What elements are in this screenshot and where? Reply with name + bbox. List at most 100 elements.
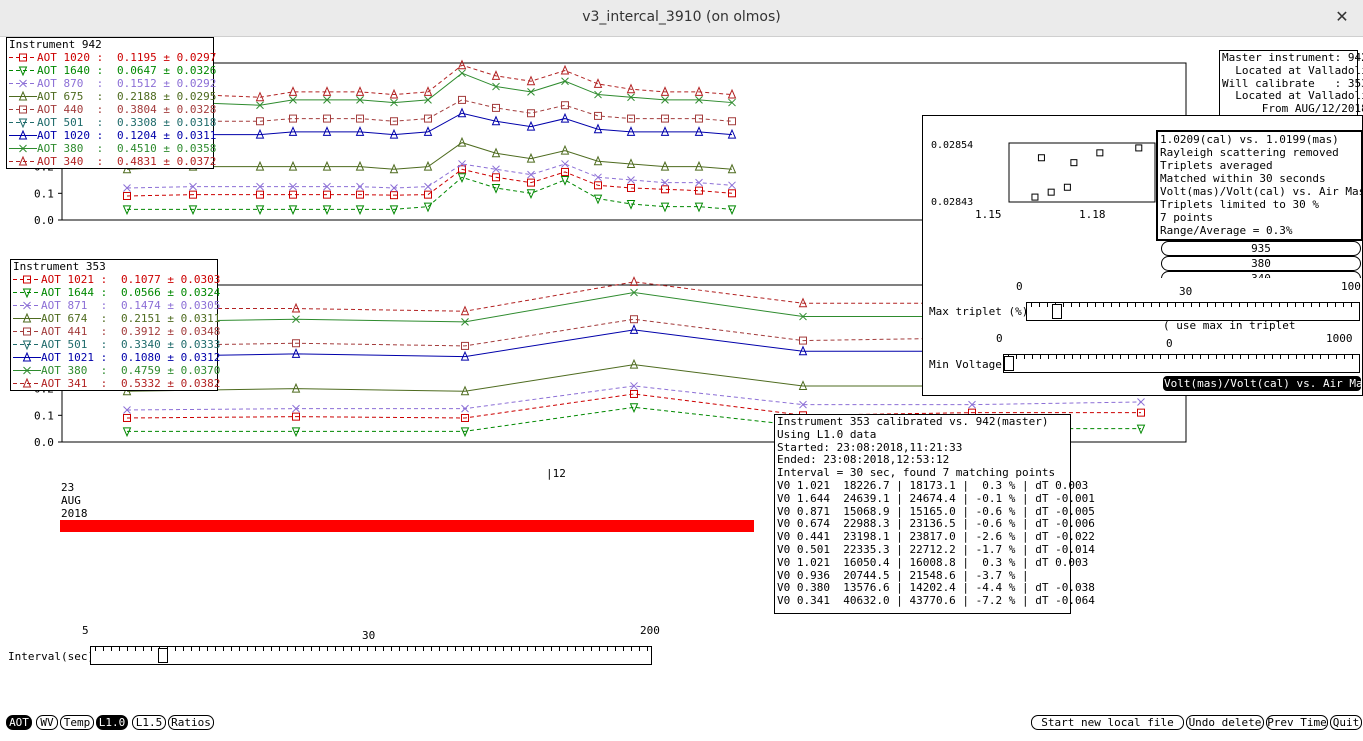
wavelength-935-button[interactable]: 935 (1161, 241, 1361, 256)
legend-row[interactable]: AOT 440 : 0.3804 ± 0.0328 (7, 103, 216, 116)
data-point (461, 404, 469, 413)
legend-row[interactable]: AOT 380 : 0.4759 ± 0.0370 (11, 364, 220, 377)
slider-tick (1344, 355, 1345, 359)
airmass-scatter-plot: 0.02854 0.028431.15 1.18 (931, 140, 1156, 221)
legend-row[interactable]: AOT 501 : 0.3308 ± 0.0318 (7, 116, 216, 129)
legend-series-name: AOT 1644 : (41, 286, 108, 299)
slider-tick (1104, 355, 1105, 359)
slider-tick (1160, 355, 1161, 359)
legend-row[interactable]: AOT 871 : 0.1474 ± 0.0305 (11, 299, 220, 312)
data-point (255, 160, 265, 171)
scatter-x-tick-label: 1.15 (975, 208, 1002, 221)
quit-button[interactable]: Quit (1330, 715, 1362, 730)
slider-tick (1296, 355, 1297, 359)
slider-tick (255, 647, 256, 651)
scatter-point (1135, 144, 1143, 152)
volt-ratio-mode-button[interactable]: Volt(mas)/Volt(cal) vs. Air Mass (1163, 376, 1363, 391)
undo-delete-button[interactable]: Undo delete (1186, 715, 1264, 730)
legend-series-name: AOT 440 : (37, 103, 104, 116)
triplet-min-label: 0 (1016, 280, 1023, 293)
legend-row[interactable]: AOT 870 : 0.1512 ± 0.0292 (7, 77, 216, 90)
l10-button[interactable]: L1.0 (96, 715, 128, 730)
wv-button[interactable]: WV (36, 715, 58, 730)
legend-row[interactable]: AOT 340 : 0.4831 ± 0.0372 (7, 155, 216, 168)
slider-tick (271, 647, 272, 651)
slider-thumb[interactable] (1051, 304, 1062, 319)
slider-tick (287, 647, 288, 651)
close-icon[interactable]: ✕ (1331, 6, 1353, 28)
text-line: Master instrument: 942 (1222, 51, 1363, 64)
wavelength-380-button[interactable]: 380 (1161, 256, 1361, 271)
start-new-local-file-button[interactable]: Start new local file (1031, 715, 1184, 730)
l15-button[interactable]: L1.5 (132, 715, 166, 730)
legend-line-sample (13, 312, 41, 323)
slider-tick (575, 647, 576, 651)
data-coverage-bar[interactable] (60, 520, 755, 532)
slider-tick (1208, 355, 1209, 359)
data-point (458, 69, 466, 78)
legend-series-value: 0.1077 ± 0.0303 (121, 273, 221, 286)
prev-time-button[interactable]: Prev Time (1266, 715, 1328, 730)
aot-button[interactable]: AOT (6, 715, 32, 730)
slider-tick (407, 647, 408, 651)
legend-title: Instrument 942 (9, 38, 102, 51)
slider-tick (1216, 355, 1217, 359)
legend-row[interactable]: AOT 1020 : 0.1204 ± 0.0311 (7, 129, 216, 142)
slider-tick (1032, 355, 1033, 359)
slider-tick (103, 647, 104, 651)
legend-row[interactable]: AOT 675 : 0.2188 ± 0.0295 (7, 90, 216, 103)
legend-series-name: AOT 871 : (41, 299, 108, 312)
slider-tick (1088, 355, 1089, 359)
slider-tick (1024, 355, 1025, 359)
slider-tick (1272, 355, 1273, 359)
legend-row[interactable]: AOT 1020 : 0.1195 ± 0.0297 (7, 51, 216, 64)
slider-tick (1047, 303, 1048, 307)
legend-row[interactable]: AOT 1021 : 0.1080 ± 0.0312 (11, 351, 220, 364)
legend-line-sample (9, 118, 37, 129)
wavelength-340-button[interactable]: 340 (1161, 271, 1361, 278)
legend-series-value: 0.0647 ± 0.0326 (117, 64, 217, 77)
slider-tick (1288, 355, 1289, 359)
data-point (492, 103, 500, 112)
min-voltage-slider[interactable] (1003, 354, 1360, 373)
legend-row[interactable]: AOT 501 : 0.3340 ± 0.0333 (11, 338, 220, 351)
slider-tick (143, 647, 144, 651)
text-line: V0 0.341 40632.0 | 43770.6 | -7.2 % | dT… (777, 594, 1095, 608)
slider-tick (1207, 303, 1208, 307)
scatter-point (1070, 159, 1078, 167)
legend-series-name: AOT 870 : (37, 77, 104, 90)
temp-button[interactable]: Temp (60, 715, 94, 730)
slider-tick (439, 647, 440, 651)
legend-line-sample (13, 366, 41, 375)
interval-slider[interactable] (90, 646, 652, 665)
slider-tick (1072, 355, 1073, 359)
timeline-track[interactable] (60, 520, 1363, 532)
legend-row[interactable]: AOT 441 : 0.3912 ± 0.0348 (11, 325, 220, 338)
legend-row[interactable]: AOT 1640 : 0.0647 ± 0.0326 (7, 64, 216, 77)
legend-row[interactable]: AOT 341 : 0.5332 ± 0.0382 (11, 377, 220, 390)
legend-row[interactable]: AOT 1021 : 0.1077 ± 0.0303 (11, 273, 220, 286)
slider-tick (1096, 355, 1097, 359)
series-line (126, 64, 733, 98)
slider-tick (1200, 355, 1201, 359)
legend-row[interactable]: AOT 1644 : 0.0566 ± 0.0324 (11, 286, 220, 299)
legend-series-name: AOT 501 : (41, 338, 108, 351)
slider-tick (1343, 303, 1344, 307)
ratios-button[interactable]: Ratios (168, 715, 214, 730)
slider-tick (431, 647, 432, 651)
slider-tick (1320, 355, 1321, 359)
series-line (126, 72, 733, 106)
slider-thumb[interactable] (1004, 356, 1014, 371)
slider-tick (391, 647, 392, 651)
use-max-in-triplet-checkbox[interactable]: ( use max in triplet (1163, 319, 1295, 332)
legend-series-value: 0.4831 ± 0.0372 (117, 155, 217, 168)
data-point (728, 181, 736, 190)
legend-series-name: AOT 341 : (41, 377, 108, 390)
text-line: Rayleigh scattering removed (1160, 146, 1339, 159)
slider-thumb[interactable] (157, 648, 168, 663)
legend-row[interactable]: AOT 674 : 0.2151 ± 0.0311 (11, 312, 220, 325)
slider-tick (215, 647, 216, 651)
slider-tick (1224, 355, 1225, 359)
legend-series-name: AOT 1020 : (37, 129, 104, 142)
legend-row[interactable]: AOT 380 : 0.4510 ± 0.0358 (7, 142, 216, 155)
